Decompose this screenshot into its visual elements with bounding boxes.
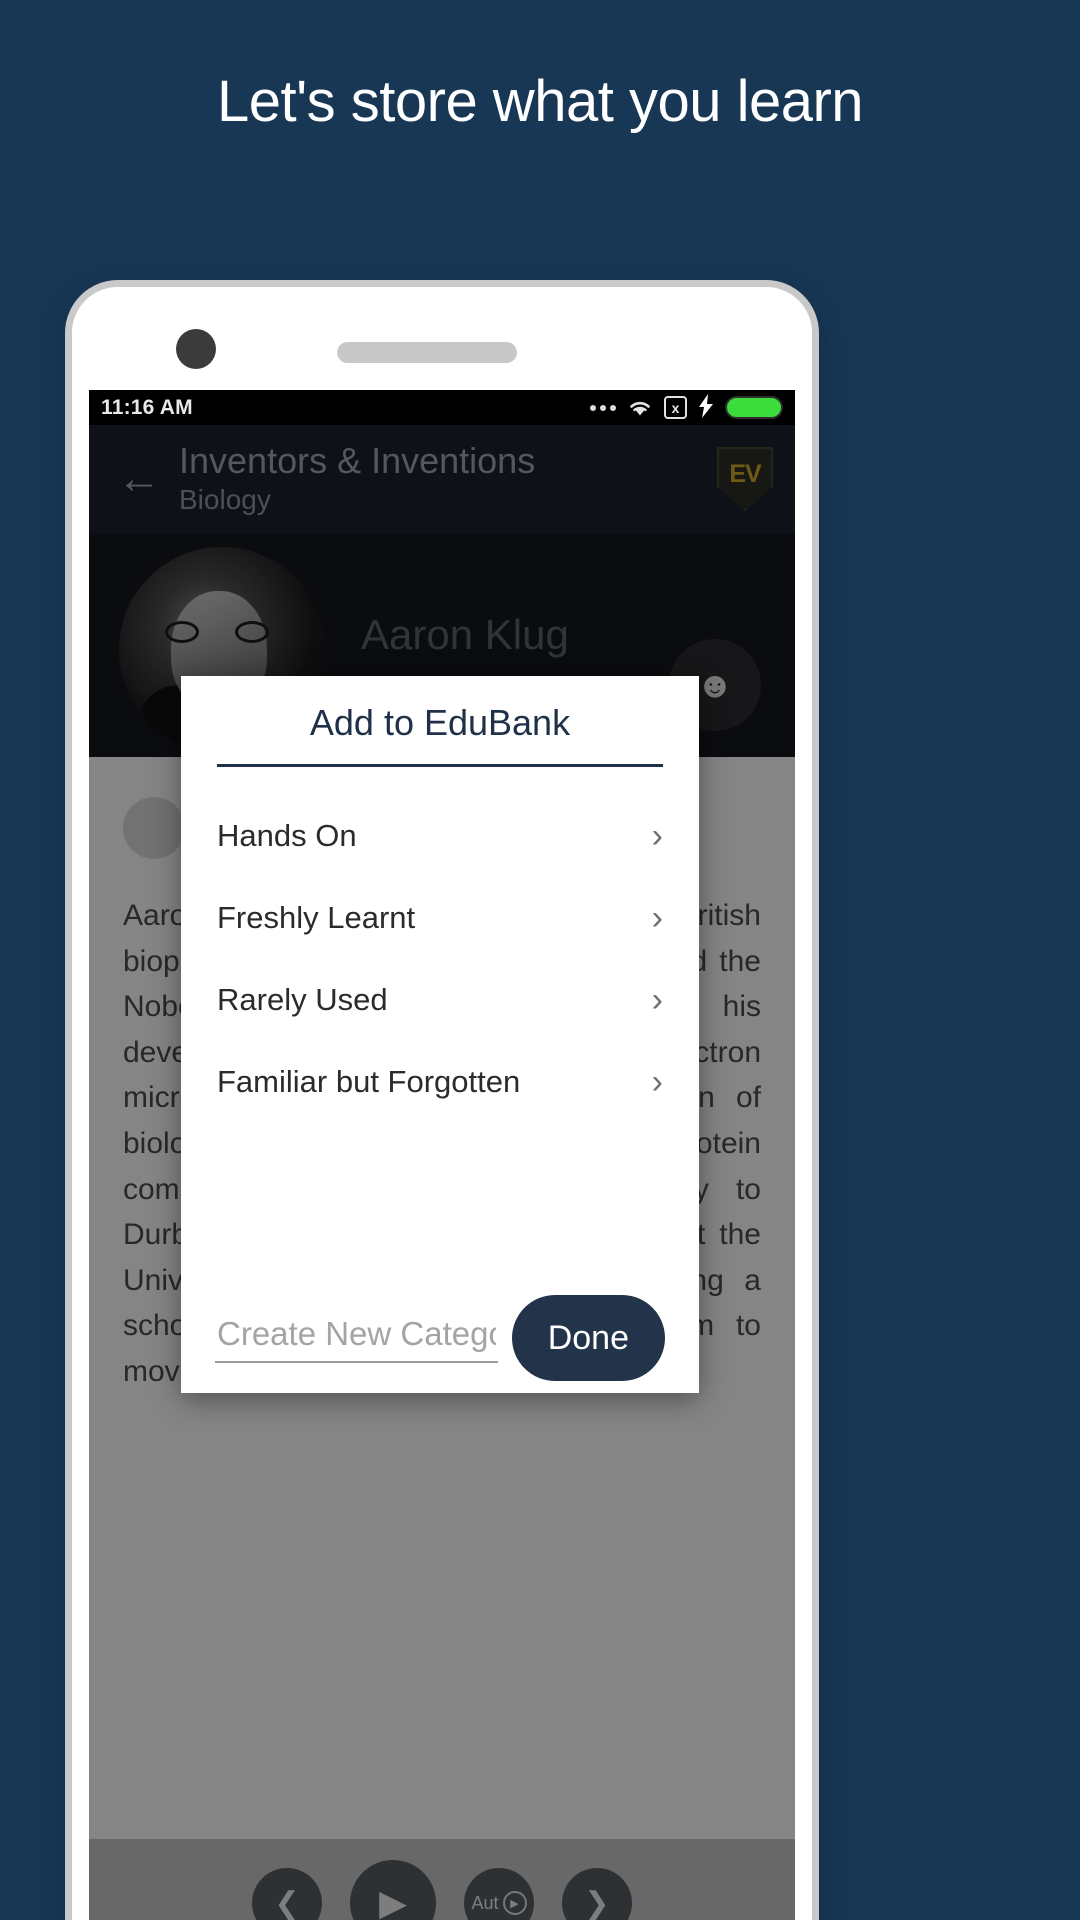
more-dots-icon bbox=[590, 404, 616, 411]
chevron-right-icon: › bbox=[651, 981, 663, 1019]
dialog-title: Add to EduBank bbox=[309, 702, 571, 743]
chevron-right-icon: › bbox=[651, 1063, 663, 1101]
list-item[interactable]: Rarely Used › bbox=[217, 959, 663, 1041]
app-header: ← Inventors & Inventions Biology EV bbox=[89, 425, 795, 533]
header-title: Inventors & Inventions bbox=[179, 440, 536, 482]
autoplay-button[interactable]: Aut ▶ bbox=[464, 1868, 534, 1920]
charging-bolt-icon bbox=[698, 393, 714, 422]
status-bar: 11:16 AM x bbox=[89, 390, 795, 425]
autoplay-label: Aut bbox=[471, 1892, 499, 1913]
status-time: 11:16 AM bbox=[101, 395, 193, 419]
list-item[interactable]: Hands On › bbox=[217, 795, 663, 877]
category-label: Rarely Used bbox=[217, 982, 388, 1017]
app-logo-icon: EV bbox=[717, 447, 773, 511]
status-icons: x bbox=[590, 393, 783, 422]
header-titles: Inventors & Inventions Biology bbox=[171, 441, 717, 516]
dialog-title-divider bbox=[217, 764, 663, 767]
list-item[interactable]: Freshly Learnt › bbox=[217, 877, 663, 959]
done-button[interactable]: Done bbox=[511, 1295, 665, 1381]
next-button[interactable]: ❯ bbox=[562, 1868, 632, 1920]
create-new-category-input[interactable] bbox=[215, 1311, 498, 1363]
person-photo-glasses bbox=[165, 621, 269, 643]
hero-person-name: Aaron Klug bbox=[361, 611, 569, 658]
wifi-icon bbox=[627, 398, 653, 418]
category-label: Familiar but Forgotten bbox=[217, 1064, 521, 1099]
phone-top-bezel bbox=[72, 287, 812, 390]
earpiece-speaker bbox=[337, 342, 517, 363]
autoplay-play-icon: ▶ bbox=[502, 1891, 527, 1915]
player-bar: ❮ ▶ Aut ▶ ❯ bbox=[89, 1839, 795, 1920]
back-arrow-icon[interactable]: ← bbox=[107, 457, 171, 501]
no-sim-icon: x bbox=[664, 396, 687, 419]
chevron-right-icon: › bbox=[651, 817, 663, 855]
battery-icon bbox=[725, 396, 783, 419]
category-list: Hands On › Freshly Learnt › Rarely Used … bbox=[181, 779, 699, 1295]
promo-headline: Let's store what you learn bbox=[216, 69, 864, 134]
list-item[interactable]: Familiar but Forgotten › bbox=[217, 1041, 663, 1123]
chevron-right-icon: › bbox=[651, 899, 663, 937]
dialog-footer: Done bbox=[181, 1295, 699, 1393]
category-label: Freshly Learnt bbox=[217, 900, 416, 935]
avatar bbox=[123, 797, 185, 859]
front-camera-icon bbox=[176, 329, 216, 369]
new-category-field bbox=[215, 1311, 498, 1367]
header-subtitle: Biology bbox=[179, 483, 271, 515]
previous-button[interactable]: ❮ bbox=[252, 1868, 322, 1920]
category-label: Hands On bbox=[217, 818, 357, 853]
play-button[interactable]: ▶ bbox=[350, 1860, 436, 1920]
add-to-edubank-dialog: Add to EduBank Hands On › Freshly Learnt… bbox=[181, 676, 699, 1393]
add-person-icon: ☻ bbox=[696, 664, 734, 705]
